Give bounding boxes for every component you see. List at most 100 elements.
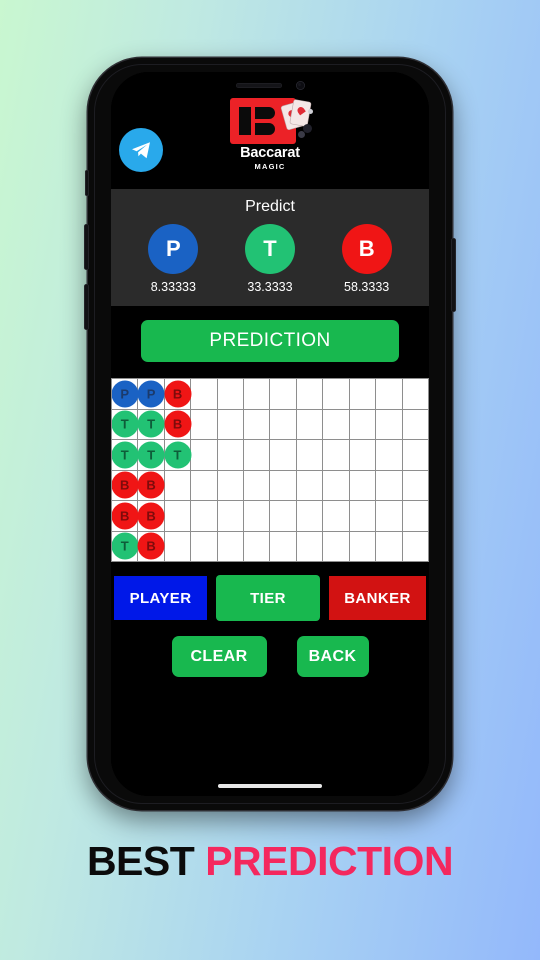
back-button[interactable]: BACK — [296, 636, 369, 677]
road-cell[interactable] — [349, 379, 377, 410]
player-button[interactable]: PLAYER — [114, 576, 207, 620]
road-cell[interactable] — [376, 501, 403, 532]
road-cell[interactable] — [323, 501, 350, 532]
player-bead-icon: P — [148, 224, 199, 274]
road-cell[interactable] — [296, 470, 324, 501]
road-cell[interactable] — [376, 531, 403, 562]
road-cell[interactable] — [323, 409, 350, 440]
silent-switch[interactable] — [85, 170, 89, 196]
road-cell[interactable] — [296, 409, 324, 440]
road-cell[interactable] — [323, 470, 350, 501]
promo-caption: BEST PREDICTION — [0, 838, 540, 885]
road-cell[interactable] — [244, 440, 271, 471]
road-cell[interactable] — [191, 501, 218, 532]
banker-button[interactable]: BANKER — [329, 576, 426, 620]
road-cell[interactable] — [402, 470, 429, 501]
caption-word-best: BEST — [86, 838, 195, 884]
road-cell[interactable] — [349, 531, 377, 562]
road-cell[interactable]: T — [164, 440, 192, 471]
road-cell[interactable]: T — [112, 409, 139, 440]
road-cell[interactable] — [217, 440, 245, 471]
road-cell[interactable] — [349, 440, 377, 471]
road-cell[interactable] — [191, 531, 218, 562]
road-cell[interactable]: B — [137, 501, 165, 532]
road-cell[interactable] — [270, 440, 297, 471]
road-cell[interactable] — [270, 531, 297, 562]
clear-button[interactable]: CLEAR — [171, 636, 267, 677]
road-cell[interactable] — [164, 470, 192, 501]
road-cell[interactable] — [296, 379, 324, 410]
road-cell[interactable]: B — [137, 531, 165, 562]
road-cell[interactable] — [217, 409, 245, 440]
bead-road-grid[interactable]: PPBTTBTTTBBBBTB — [111, 378, 429, 562]
road-cell[interactable] — [217, 379, 245, 410]
road-cell[interactable] — [323, 379, 350, 410]
road-bead-b: B — [137, 502, 165, 530]
road-cell[interactable] — [244, 470, 271, 501]
notch — [194, 72, 346, 98]
predict-stat-banker: B 58.3333 — [330, 224, 404, 294]
road-cell[interactable] — [323, 531, 350, 562]
volume-up-button[interactable] — [84, 224, 89, 270]
home-indicator[interactable] — [218, 784, 322, 788]
earpiece-speaker-icon — [235, 82, 282, 88]
road-cell[interactable] — [217, 531, 245, 562]
road-cell[interactable]: T — [112, 531, 139, 562]
road-cell[interactable]: T — [112, 440, 139, 471]
road-cell[interactable] — [270, 409, 297, 440]
road-bead-t: T — [112, 441, 139, 469]
road-cell[interactable] — [402, 379, 429, 410]
action-row-secondary: CLEAR BACK — [111, 636, 429, 677]
road-cell[interactable] — [270, 379, 297, 410]
road-cell[interactable] — [349, 501, 377, 532]
road-cell[interactable] — [244, 379, 271, 410]
telegram-icon[interactable] — [119, 128, 163, 172]
road-cell[interactable]: B — [112, 470, 139, 501]
prediction-button[interactable]: PREDICTION — [141, 320, 399, 362]
road-cell[interactable] — [296, 501, 324, 532]
road-cell[interactable] — [244, 501, 271, 532]
road-cell[interactable] — [164, 501, 192, 532]
road-cell[interactable] — [402, 440, 429, 471]
road-cell[interactable] — [191, 379, 218, 410]
road-cell[interactable] — [376, 440, 403, 471]
brand-name: Baccarat — [240, 145, 300, 161]
road-cell[interactable]: B — [164, 409, 192, 440]
road-cell[interactable] — [376, 470, 403, 501]
road-cell[interactable] — [191, 470, 218, 501]
road-cell[interactable]: B — [137, 470, 165, 501]
road-cell[interactable]: P — [112, 379, 139, 410]
road-cell[interactable] — [217, 470, 245, 501]
road-cell[interactable]: B — [112, 501, 139, 532]
road-cell[interactable] — [191, 440, 218, 471]
road-cell[interactable] — [349, 409, 377, 440]
tier-percent: 33.3333 — [247, 280, 293, 294]
volume-down-button[interactable] — [84, 284, 89, 330]
road-cell[interactable] — [402, 531, 429, 562]
road-cell[interactable] — [376, 379, 403, 410]
road-cell[interactable] — [191, 409, 218, 440]
road-cell[interactable]: T — [137, 409, 165, 440]
tier-button[interactable]: TIER — [216, 575, 320, 621]
road-cell[interactable]: P — [137, 379, 165, 410]
road-cell[interactable] — [217, 501, 245, 532]
road-cell[interactable] — [270, 470, 297, 501]
road-bead-t: T — [112, 532, 139, 560]
road-cell[interactable] — [270, 501, 297, 532]
front-camera-icon — [295, 80, 305, 90]
road-cell[interactable] — [164, 531, 192, 562]
road-cell[interactable]: B — [164, 379, 192, 410]
brand-subtitle: MAGIC — [254, 162, 286, 171]
power-button[interactable] — [451, 238, 456, 312]
road-cell[interactable] — [402, 501, 429, 532]
road-cell[interactable] — [296, 440, 324, 471]
banker-percent: 58.3333 — [344, 280, 390, 294]
road-cell[interactable] — [349, 470, 377, 501]
road-cell[interactable]: T — [137, 440, 165, 471]
road-cell[interactable] — [376, 409, 403, 440]
road-cell[interactable] — [296, 531, 324, 562]
road-cell[interactable] — [402, 409, 429, 440]
road-cell[interactable] — [244, 531, 271, 562]
road-cell[interactable] — [244, 409, 271, 440]
road-cell[interactable] — [323, 440, 350, 471]
